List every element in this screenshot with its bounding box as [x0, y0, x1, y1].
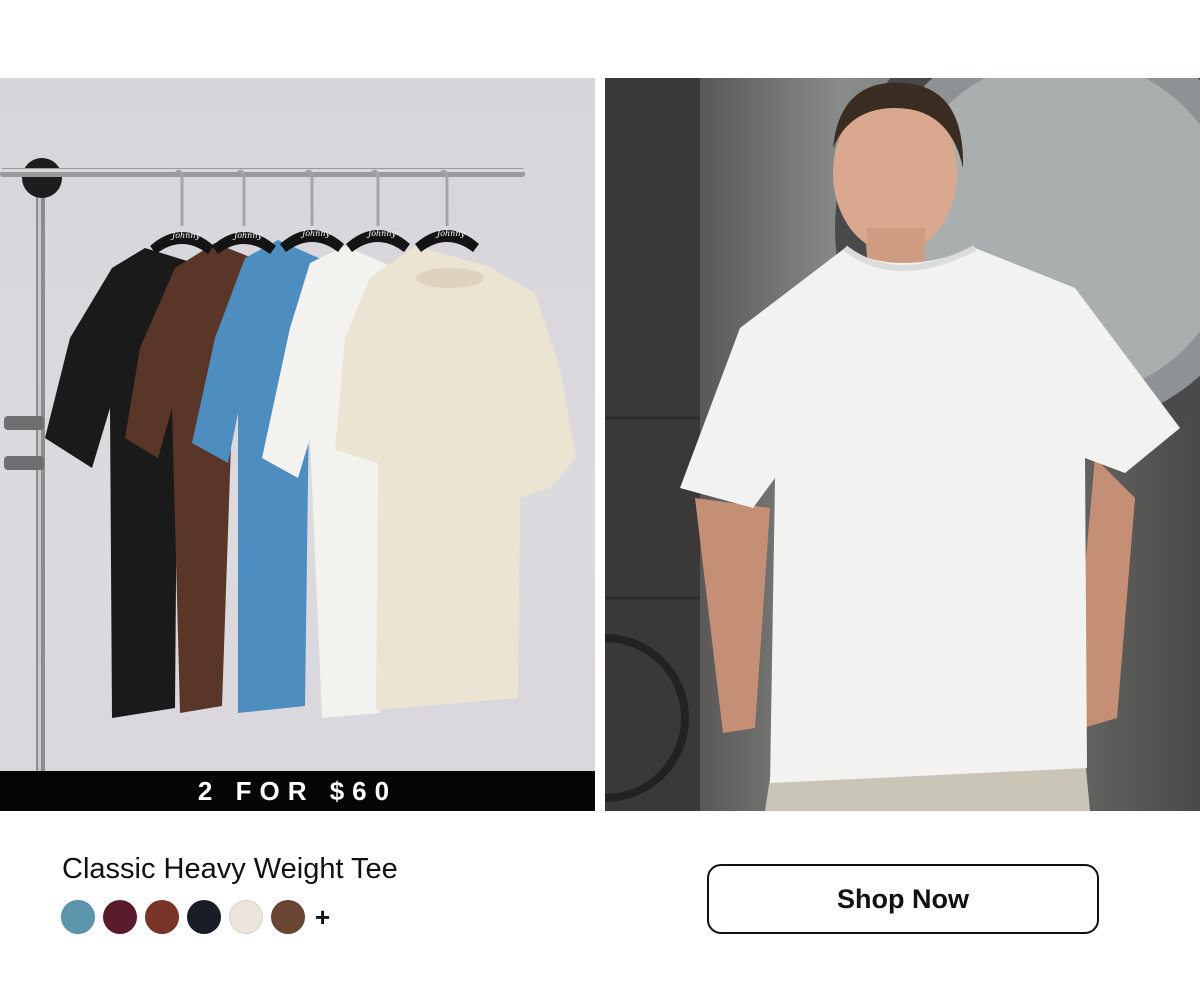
hanging-tees-illustration: Johnny Johnny Johnny Johnny Johnny [0, 158, 576, 811]
hanger-logo: Johnny [170, 231, 200, 240]
svg-text:Johnny: Johnny [435, 229, 465, 238]
more-colors-indicator[interactable]: + [315, 900, 330, 934]
product-image-hanging-tees[interactable]: Johnny Johnny Johnny Johnny Johnny 2 FOR… [0, 78, 595, 811]
svg-text:Johnny: Johnny [232, 231, 262, 240]
svg-text:Johnny: Johnny [300, 229, 330, 238]
swatch-navy-black[interactable] [187, 900, 221, 934]
product-title[interactable]: Classic Heavy Weight Tee [62, 853, 398, 886]
model-arm-left [695, 498, 770, 733]
swatch-brown[interactable] [271, 900, 305, 934]
shop-now-button[interactable]: Shop Now [707, 864, 1099, 934]
promo-banner: 2 FOR $60 [0, 771, 595, 811]
swatch-cream[interactable] [229, 900, 263, 934]
color-swatches: + [61, 900, 330, 934]
svg-text:Johnny: Johnny [366, 229, 396, 238]
swatch-burgundy[interactable] [103, 900, 137, 934]
model-illustration [605, 78, 1200, 811]
swatch-blue[interactable] [61, 900, 95, 934]
swatch-rust-brown[interactable] [145, 900, 179, 934]
model-image[interactable] [605, 78, 1200, 811]
rack-clamp [4, 416, 44, 430]
